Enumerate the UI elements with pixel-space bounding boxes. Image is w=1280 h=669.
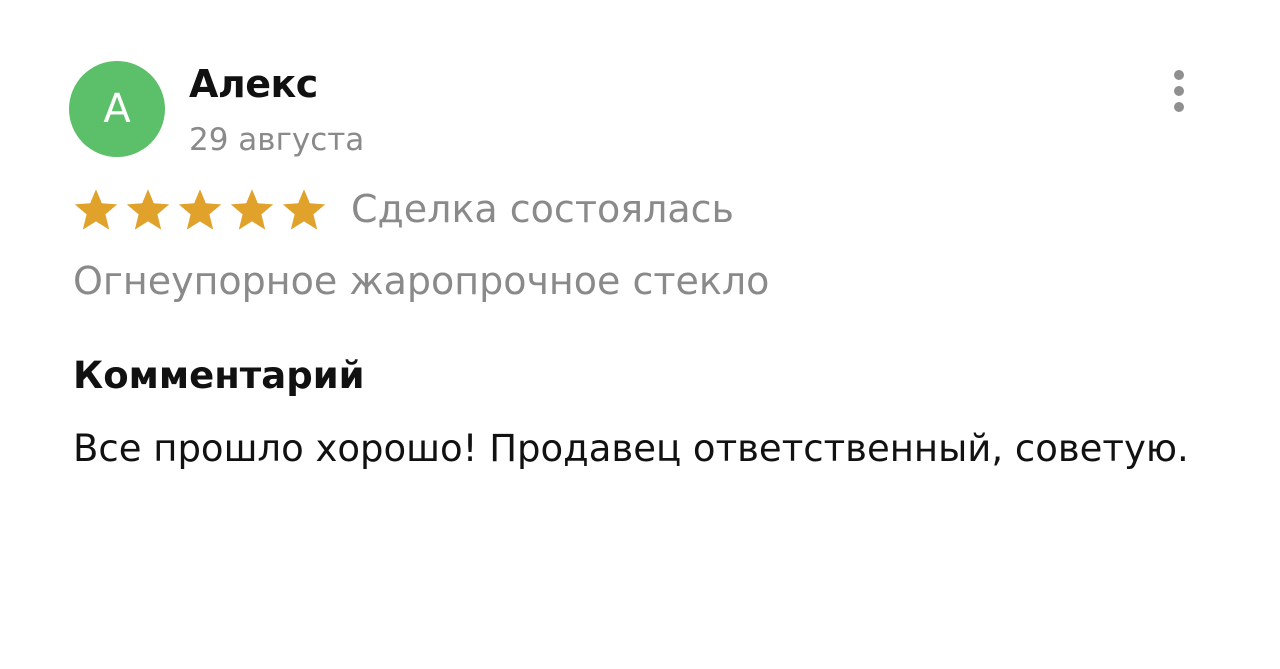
star-icon <box>72 188 120 232</box>
avatar[interactable]: А <box>69 61 165 157</box>
comment-heading: Комментарий <box>73 354 365 397</box>
deal-status: Сделка состоялась <box>351 187 734 231</box>
star-rating <box>72 188 328 232</box>
avatar-letter: А <box>103 86 131 132</box>
review-date: 29 августа <box>189 122 365 158</box>
star-icon <box>124 188 172 232</box>
author-name[interactable]: Алекс <box>189 60 318 108</box>
more-vertical-icon-dot-2 <box>1174 86 1184 96</box>
star-icon <box>176 188 224 232</box>
product-title[interactable]: Огнеупорное жаропрочное стекло <box>73 256 769 306</box>
star-icon <box>228 188 276 232</box>
star-icon <box>280 188 328 232</box>
more-vertical-icon-dot-1 <box>1174 70 1184 80</box>
comment-text: Все прошло хорошо! Продавец ответственны… <box>73 427 1189 470</box>
more-vertical-icon-dot-3 <box>1174 102 1184 112</box>
more-options-button[interactable] <box>1160 66 1198 116</box>
